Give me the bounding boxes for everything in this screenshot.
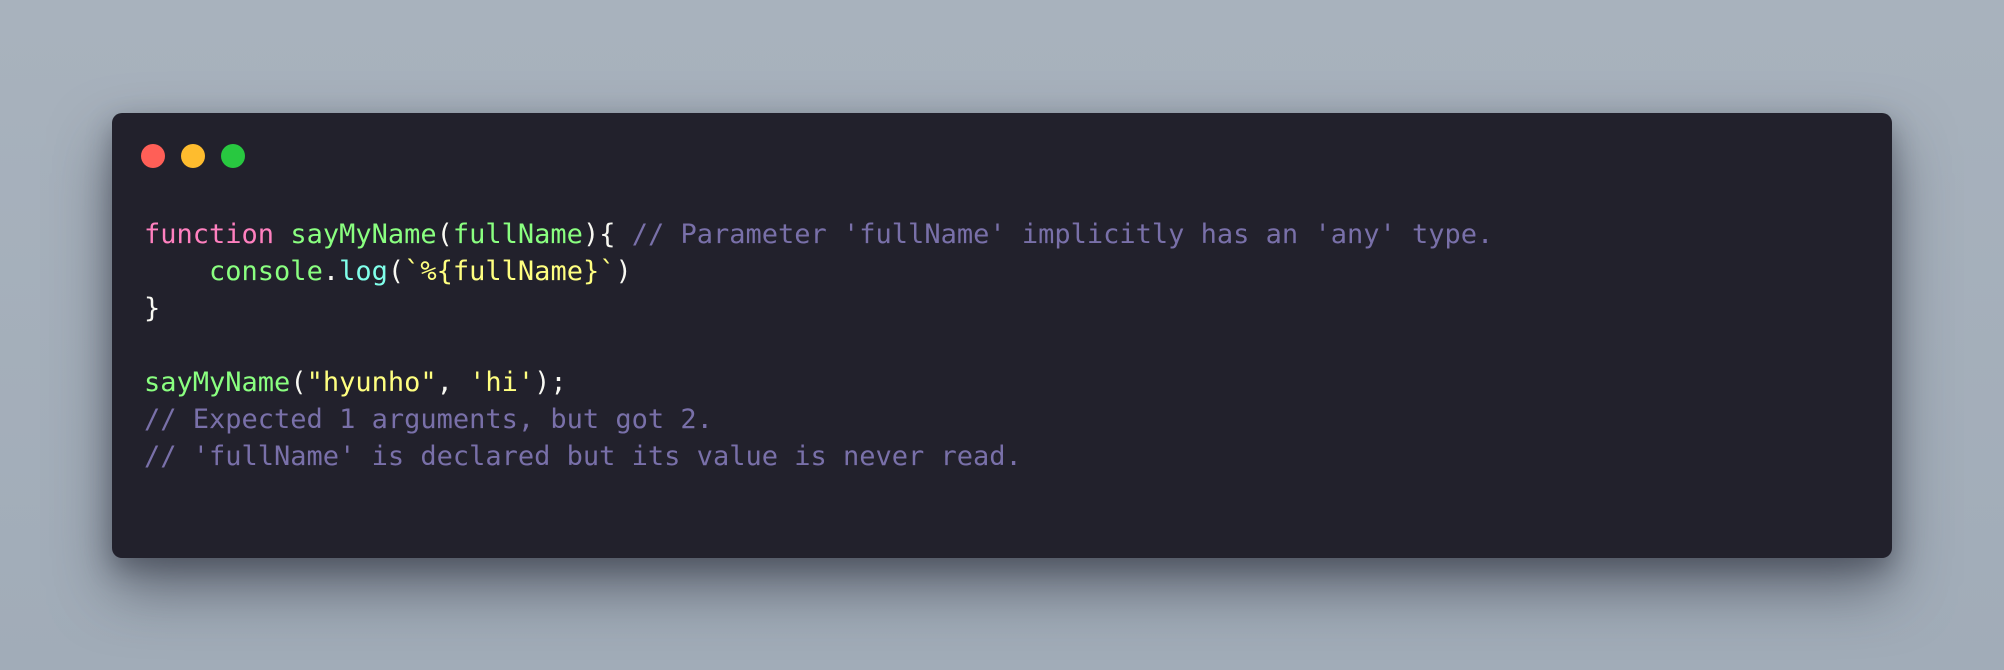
argument-1: "hyunho" xyxy=(306,367,437,398)
open-paren: ( xyxy=(436,219,453,250)
close-window-button[interactable] xyxy=(141,144,165,168)
maximize-window-button[interactable] xyxy=(221,144,245,168)
close-paren-brace: ){ xyxy=(582,219,616,250)
code-line-6: // Expected 1 arguments, but got 2. xyxy=(144,401,1493,438)
code-line-7: // 'fullName' is declared but its value … xyxy=(144,438,1493,475)
close-brace: } xyxy=(144,293,161,324)
comma: , xyxy=(436,367,470,398)
close-paren: ) xyxy=(615,256,632,287)
argument-2: 'hi' xyxy=(469,367,535,398)
open-paren: ( xyxy=(387,256,405,287)
comment-parameter-type: // Parameter 'fullName' implicitly has a… xyxy=(631,219,1494,250)
code-line-2: console.log(`%{fullName}`) xyxy=(144,253,1493,290)
open-paren: ( xyxy=(290,367,307,398)
comment-never-read: // 'fullName' is declared but its value … xyxy=(144,441,1022,472)
dot: . xyxy=(322,256,340,287)
function-call-name: sayMyName xyxy=(144,367,291,398)
window-controls xyxy=(141,144,245,168)
keyword-function: function xyxy=(144,219,275,250)
close-paren-semicolon: ); xyxy=(534,367,567,398)
code-line-1: function sayMyName(fullName){ // Paramet… xyxy=(144,216,1493,253)
parameter-name: fullName xyxy=(452,219,583,250)
function-name: sayMyName xyxy=(290,219,437,250)
log-method: log xyxy=(339,256,388,287)
code-window: function sayMyName(fullName){ // Paramet… xyxy=(112,113,1892,558)
comment-expected-arguments: // Expected 1 arguments, but got 2. xyxy=(144,404,713,435)
code-line-3: } xyxy=(144,290,1493,327)
code-line-5: sayMyName("hyunho", 'hi'); xyxy=(144,364,1493,401)
template-literal: `%{fullName}` xyxy=(404,256,616,287)
code-block: function sayMyName(fullName){ // Paramet… xyxy=(144,216,1493,475)
code-line-4-blank xyxy=(144,327,1493,364)
minimize-window-button[interactable] xyxy=(181,144,205,168)
console-object: console xyxy=(209,256,323,287)
